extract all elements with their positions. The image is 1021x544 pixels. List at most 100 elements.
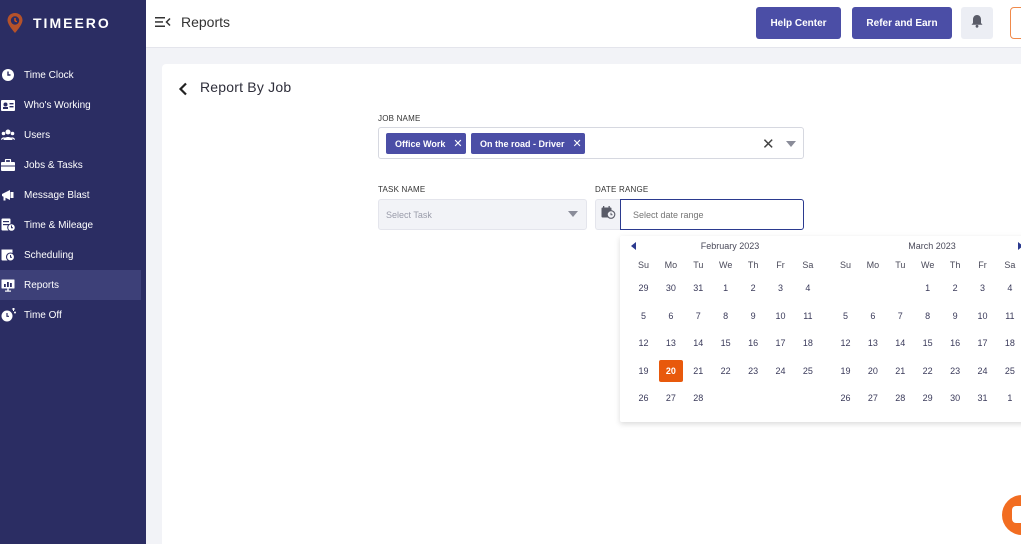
sidebar-item-scheduling[interactable]: Scheduling <box>0 240 146 270</box>
calendar-day[interactable]: 1 <box>916 277 940 299</box>
sidebar-item-reports[interactable]: Reports <box>0 270 141 300</box>
calendar-day[interactable]: 1 <box>998 387 1021 409</box>
sidebar-item-time-clock[interactable]: Time Clock <box>0 60 146 90</box>
task-name-label: TASK NAME <box>378 185 426 194</box>
calendar-day[interactable]: 1 <box>714 277 738 299</box>
calendar-day[interactable]: 16 <box>741 332 765 354</box>
calendar-day[interactable]: 22 <box>916 360 940 382</box>
calendar-day[interactable]: 8 <box>916 305 940 327</box>
calendar-day[interactable]: 15 <box>714 332 738 354</box>
calendar-day[interactable]: 24 <box>769 360 793 382</box>
calendar-day[interactable]: 23 <box>943 360 967 382</box>
calendar-day[interactable]: 2 <box>943 277 967 299</box>
calendar-day[interactable]: 4 <box>998 277 1021 299</box>
dropdown-caret-icon[interactable] <box>786 141 796 147</box>
calendar-day[interactable]: 26 <box>632 387 656 409</box>
calendar-day[interactable]: 2 <box>741 277 765 299</box>
calendar-day[interactable]: 5 <box>834 305 858 327</box>
calendar-day[interactable]: 27 <box>659 387 683 409</box>
calendar-day[interactable]: 30 <box>659 277 683 299</box>
help-center-button[interactable]: Help Center <box>756 7 841 39</box>
calendar-day[interactable]: 14 <box>888 332 912 354</box>
weekday-label: Fr <box>776 260 785 270</box>
collapse-menu-icon[interactable] <box>155 15 171 29</box>
calendar-day[interactable]: 21 <box>686 360 710 382</box>
calendar-day[interactable]: 10 <box>769 305 793 327</box>
calendar-day[interactable]: 28 <box>888 387 912 409</box>
calendar-icon <box>601 205 616 224</box>
calendar-day[interactable]: 23 <box>741 360 765 382</box>
job-name-select[interactable]: Office Work ✕ On the road - Driver ✕ ✕ <box>378 127 804 159</box>
calendar-day[interactable]: 21 <box>888 360 912 382</box>
calendar-day[interactable]: 10 <box>971 305 995 327</box>
calendar-day[interactable]: 9 <box>741 305 765 327</box>
calendar-day[interactable]: 26 <box>834 387 858 409</box>
calendar-day[interactable]: 18 <box>998 332 1021 354</box>
sidebar-item-whos-working[interactable]: Who's Working <box>0 90 146 120</box>
calendar-day[interactable]: 3 <box>971 277 995 299</box>
calendar-day[interactable]: 29 <box>916 387 940 409</box>
calendar-day[interactable]: 7 <box>686 305 710 327</box>
calendar-day[interactable]: 25 <box>998 360 1021 382</box>
date-range-icon-box[interactable] <box>595 199 620 230</box>
calendar-day[interactable]: 29 <box>632 277 656 299</box>
weekday-label: Su <box>637 260 649 270</box>
calendar-day[interactable]: 8 <box>714 305 738 327</box>
calendar-day[interactable]: 30 <box>943 387 967 409</box>
calendar-day[interactable]: 6 <box>659 305 683 327</box>
calendar-day[interactable]: 19 <box>834 360 858 382</box>
calendar-day[interactable]: 3 <box>769 277 793 299</box>
calendar-day[interactable]: 27 <box>861 387 885 409</box>
refer-and-earn-button[interactable]: Refer and Earn <box>852 7 952 39</box>
calendar-day[interactable]: 20 <box>658 359 683 382</box>
calendar-day[interactable]: 19 <box>632 360 656 382</box>
sidebar-item-message-blast[interactable]: Message Blast <box>0 180 146 210</box>
calendar-day[interactable]: 25 <box>796 360 820 382</box>
calendar-day[interactable]: 13 <box>659 332 683 354</box>
remove-chip-icon[interactable]: ✕ <box>453 137 462 150</box>
user-menu-button[interactable] <box>1010 7 1021 39</box>
sidebar-item-label: Jobs & Tasks <box>24 159 83 171</box>
calendar-day[interactable]: 31 <box>971 387 995 409</box>
calendar-day[interactable]: 6 <box>861 305 885 327</box>
sidebar-item-time-off[interactable]: Time Off <box>0 300 146 330</box>
calendar-day[interactable]: 31 <box>686 277 710 299</box>
calendar-day[interactable]: 12 <box>834 332 858 354</box>
remove-chip-icon[interactable]: ✕ <box>573 137 582 150</box>
sidebar-nav: Time Clock Who's Working Users Jobs & Ta… <box>0 60 146 330</box>
calendar-day[interactable]: 28 <box>686 387 710 409</box>
date-range-input[interactable] <box>620 199 804 230</box>
logo[interactable]: TIMEERO <box>6 12 111 34</box>
calendar-day[interactable]: 17 <box>769 332 793 354</box>
calendar-day[interactable]: 12 <box>632 332 656 354</box>
calendar-day[interactable]: 18 <box>796 332 820 354</box>
calendar-day[interactable]: 17 <box>971 332 995 354</box>
dropdown-caret-icon[interactable] <box>568 211 578 217</box>
users-icon <box>0 128 17 142</box>
calendar-day[interactable]: 16 <box>943 332 967 354</box>
calendar-day[interactable]: 7 <box>888 305 912 327</box>
sidebar-item-jobs-tasks[interactable]: Jobs & Tasks <box>0 150 146 180</box>
month-title: March 2023 <box>908 241 956 251</box>
chat-bubble-icon <box>1012 506 1021 523</box>
sidebar-item-users[interactable]: Users <box>0 120 146 150</box>
sidebar: TIMEERO Time Clock Who's Working Users J… <box>0 0 146 544</box>
clear-selection-icon[interactable]: ✕ <box>762 135 775 153</box>
calendar-day[interactable]: 15 <box>916 332 940 354</box>
calendar-day[interactable]: 24 <box>971 360 995 382</box>
task-name-select[interactable]: Select Task <box>378 199 587 230</box>
calendar-day[interactable]: 5 <box>632 305 656 327</box>
calendar-day[interactable]: 11 <box>998 305 1021 327</box>
brand-name: TIMEERO <box>33 15 111 31</box>
calendar-day[interactable]: 4 <box>796 277 820 299</box>
sidebar-item-label: Who's Working <box>24 99 91 111</box>
back-arrow-icon[interactable] <box>178 82 188 96</box>
calendar-day[interactable]: 9 <box>943 305 967 327</box>
sidebar-item-time-mileage[interactable]: Time & Mileage <box>0 210 146 240</box>
calendar-day[interactable]: 14 <box>686 332 710 354</box>
calendar-day[interactable]: 20 <box>861 360 885 382</box>
calendar-day[interactable]: 13 <box>861 332 885 354</box>
calendar-day[interactable]: 11 <box>796 305 820 327</box>
notifications-button[interactable] <box>961 7 993 39</box>
calendar-day[interactable]: 22 <box>714 360 738 382</box>
